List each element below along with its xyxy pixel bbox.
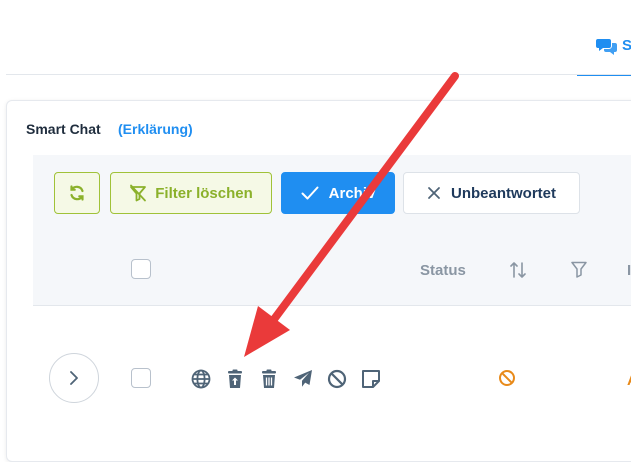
x-icon: [427, 186, 441, 200]
note-icon[interactable]: [360, 368, 382, 390]
tab-smart-chat-label: S: [622, 37, 631, 54]
table-header: [33, 235, 631, 306]
refresh-icon: [68, 184, 86, 202]
comments-icon: [596, 37, 618, 55]
sort-arrows-icon[interactable]: [510, 261, 526, 279]
tab-bar-divider: [6, 74, 631, 75]
unanswered-button[interactable]: Unbeantwortet: [403, 172, 580, 214]
row-checkbox[interactable]: [131, 368, 151, 388]
filter-slash-icon: [129, 184, 147, 202]
unanswered-label: Unbeantwortet: [451, 184, 556, 202]
archive-button[interactable]: Archiv: [281, 172, 395, 214]
chevron-right-icon: [69, 370, 79, 386]
tab-smart-chat[interactable]: S: [577, 30, 631, 76]
select-all-checkbox[interactable]: [131, 259, 151, 279]
globe-icon[interactable]: [190, 368, 212, 390]
refresh-button[interactable]: [54, 172, 100, 214]
status-ban-icon: [498, 369, 516, 387]
clear-filter-label: Filter löschen: [155, 184, 253, 202]
top-tab-bar: S: [0, 0, 631, 76]
ban-icon[interactable]: [326, 368, 348, 390]
next-column-header-partial: I: [627, 262, 631, 279]
check-icon: [301, 186, 319, 200]
funnel-icon[interactable]: [571, 261, 587, 278]
status-column-header[interactable]: Status: [420, 262, 466, 279]
explanation-link[interactable]: (Erklärung): [118, 121, 193, 137]
clear-filter-button[interactable]: Filter löschen: [110, 172, 272, 214]
trash-icon[interactable]: [258, 368, 280, 390]
restore-trash-icon[interactable]: [224, 368, 246, 390]
send-icon[interactable]: [292, 368, 314, 390]
archive-label: Archiv: [328, 184, 376, 202]
card-title: Smart Chat: [26, 121, 101, 137]
next-column-value-partial: A: [627, 372, 631, 389]
expand-row-button[interactable]: [49, 353, 99, 403]
